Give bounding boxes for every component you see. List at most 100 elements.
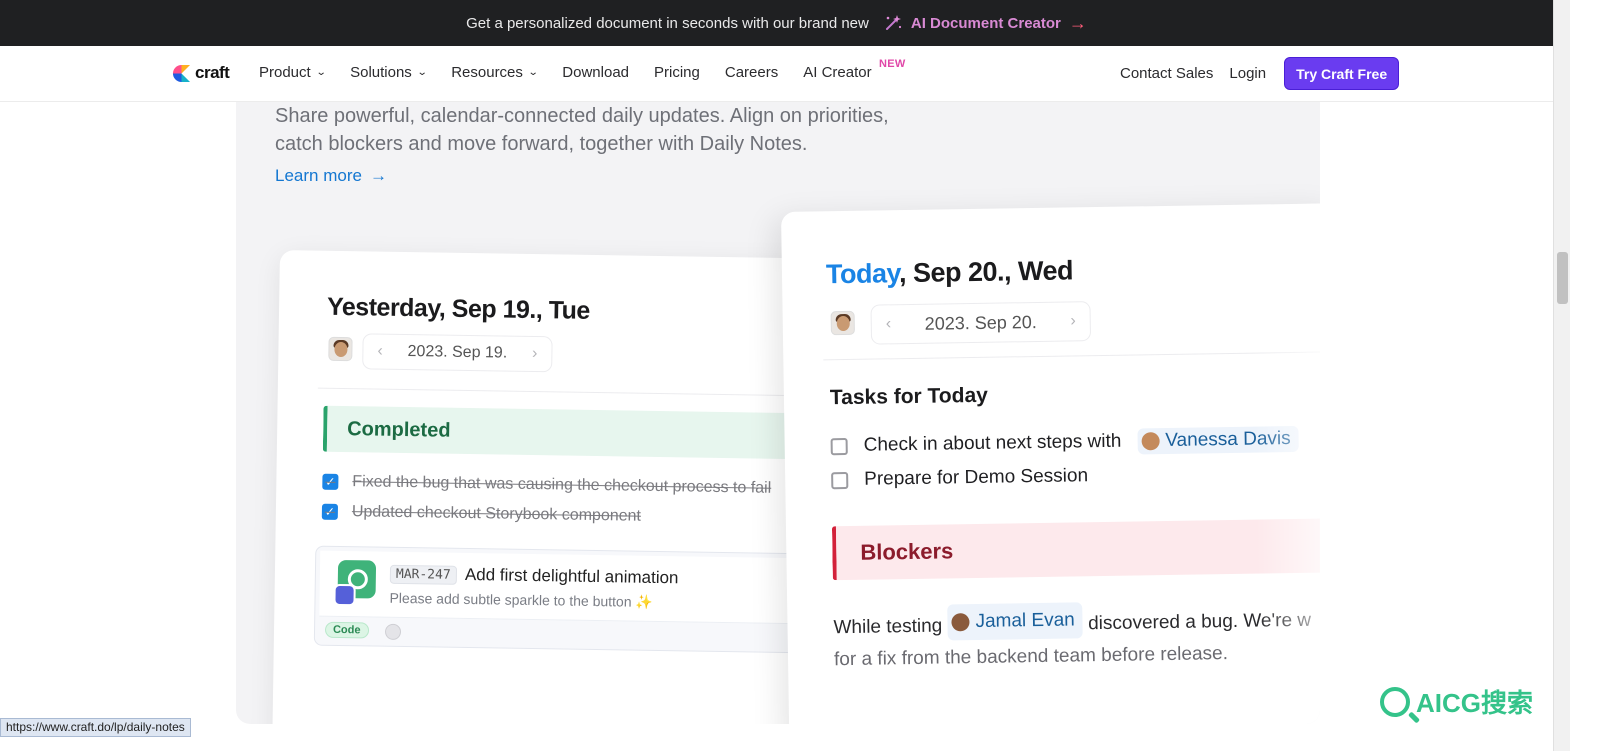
scrollbar-thumb[interactable] <box>1557 252 1568 304</box>
nav-item-download[interactable]: Download <box>562 64 629 81</box>
mention-name: Jamal Evan <box>975 609 1075 632</box>
login-link[interactable]: Login <box>1229 65 1266 82</box>
nav-item-label: Solutions <box>350 64 412 81</box>
issue-title: Add first delightful animation <box>464 564 679 588</box>
task-text: Prepare for Demo Session <box>864 465 1089 490</box>
craft-logo-icon <box>172 64 191 82</box>
nav-item-label: AI Creator <box>803 64 872 81</box>
date-picker[interactable]: ‹ 2023. Sep 20. › <box>870 301 1092 345</box>
user-avatar <box>328 336 353 362</box>
hero-description: Share powerful, calendar-connected daily… <box>275 102 975 158</box>
learn-more-label: Learn more <box>275 166 362 185</box>
new-badge: NEW <box>879 58 906 70</box>
mention-jamal-evan[interactable]: Jamal Evan <box>947 602 1084 641</box>
date-picker[interactable]: ‹ 2023. Sep 19. › <box>362 333 553 373</box>
issue-body: MAR-247 Add first delightful animation P… <box>319 550 840 625</box>
arrow-right-icon: → <box>1068 12 1087 33</box>
nav-right: Contact Sales Login Try Craft Free <box>1120 57 1400 90</box>
watermark: AICG搜索 <box>1380 683 1533 720</box>
completed-task: ✓ Updated checkout Storybook component <box>321 503 642 526</box>
craft-logo-text: craft <box>195 63 230 82</box>
nav-item-label: Pricing <box>654 64 700 81</box>
divider <box>823 351 1320 361</box>
checkbox-checked-icon[interactable]: ✓ <box>322 473 339 490</box>
try-craft-free-button[interactable]: Try Craft Free <box>1284 57 1400 90</box>
completed-heading: Completed <box>347 418 451 442</box>
chevron-right-icon[interactable]: › <box>532 345 538 363</box>
task-item: Check in about next steps with Vanessa D… <box>830 425 1299 459</box>
nav-links: Product ⌄ Solutions ⌄ Resources ⌄ Download … <box>259 58 905 81</box>
contact-sales-link[interactable]: Contact Sales <box>1120 65 1213 82</box>
blocker-text-after: discovered a bug. We're w <box>1087 609 1312 635</box>
avatar <box>951 613 970 632</box>
chevron-right-icon[interactable]: › <box>1070 312 1076 330</box>
today-note-card: Today, Sep 20., Wed ‹ 2023. Sep 20. › Ta… <box>781 203 1320 724</box>
nav-item-pricing[interactable]: Pricing <box>654 64 700 81</box>
status-bar-url: https://www.craft.do/lp/daily-notes <box>0 718 191 737</box>
chevron-down-icon: ⌄ <box>527 67 539 78</box>
chevron-left-icon[interactable]: ‹ <box>377 343 383 361</box>
hero-description-line: catch blockers and move forward, togethe… <box>275 133 808 155</box>
issue-description: Please add subtle sparkle to the button … <box>389 589 654 610</box>
yesterday-note-card: Yesterday, Sep 19., Tue ‹ 2023. Sep 19. … <box>272 250 840 724</box>
daily-notes-section: Share powerful, calendar-connected daily… <box>236 102 1320 724</box>
checkbox-checked-icon[interactable]: ✓ <box>321 503 339 520</box>
nav-item-ai-creator[interactable]: AI Creator NEW <box>803 58 905 81</box>
blocker-text: While testing Jamal Evan discovered a bu… <box>833 598 1320 676</box>
announcement-text: Get a personalized document in seconds w… <box>466 14 869 32</box>
linked-issue-card[interactable]: MAR-247 Add first delightful animation P… <box>313 545 840 654</box>
code-tag: Code <box>324 621 369 639</box>
task-text: Check in about next steps with <box>863 430 1122 456</box>
date-value: 2023. Sep 20. <box>924 311 1037 334</box>
nav-item-resources[interactable]: Resources ⌄ <box>451 64 539 81</box>
nav-item-label: Careers <box>724 64 779 81</box>
today-highlight: Today <box>825 258 900 290</box>
search-icon <box>1380 686 1410 717</box>
date-value: 2023. Sep 19. <box>407 343 508 362</box>
checkbox-unchecked-icon[interactable] <box>831 471 849 489</box>
arrow-right-icon: → <box>369 166 387 185</box>
today-title: Today, Sep 20., Wed <box>826 255 1074 290</box>
vertical-scrollbar[interactable] <box>1553 0 1570 751</box>
avatar <box>1141 432 1160 451</box>
completed-block: Completed <box>322 405 840 460</box>
nav-item-product[interactable]: Product ⌄ <box>259 64 327 81</box>
nav-item-solutions[interactable]: Solutions ⌄ <box>350 64 428 81</box>
blocker-text-line2: for a fix from the backend team before r… <box>833 643 1229 671</box>
hero-description-line: Share powerful, calendar-connected daily… <box>275 105 889 127</box>
mention-vanessa-davis[interactable]: Vanessa Davis <box>1137 425 1299 455</box>
mention-name: Vanessa Davis <box>1165 428 1291 451</box>
task-text: Updated checkout Storybook component <box>351 503 642 525</box>
nav-item-label: Resources <box>451 64 523 81</box>
issue-id: MAR-247 <box>389 564 457 585</box>
blockers-heading: Blockers <box>860 538 954 565</box>
completed-task: ✓ Fixed the bug that was causing the che… <box>322 473 771 498</box>
ai-document-creator-link[interactable]: AI Document Creator → <box>883 13 1087 34</box>
task-item: Prepare for Demo Session <box>831 465 1088 491</box>
blockers-block: Blockers <box>831 518 1320 581</box>
nav-item-careers[interactable]: Careers <box>725 64 778 81</box>
today-date-text: , Sep 20., Wed <box>898 255 1074 289</box>
announcement-bar: Get a personalized document in seconds w… <box>0 0 1553 46</box>
tasks-heading: Tasks for Today <box>829 383 989 410</box>
linear-icon <box>333 583 356 607</box>
assignee-avatar-icon <box>384 623 402 640</box>
top-navbar: craft Product ⌄ Solutions ⌄ Resources ⌄ Dow… <box>0 46 1553 102</box>
chevron-left-icon[interactable]: ‹ <box>886 315 892 333</box>
user-avatar <box>830 310 855 336</box>
craft-logo[interactable]: craft <box>172 63 230 83</box>
divider <box>317 387 838 397</box>
task-text: Fixed the bug that was causing the check… <box>352 473 772 497</box>
ai-document-creator-label: AI Document Creator <box>910 14 1061 32</box>
checkbox-unchecked-icon[interactable] <box>830 437 848 455</box>
chevron-down-icon: ⌄ <box>416 67 428 78</box>
watermark-text: AICG搜索 <box>1416 688 1534 718</box>
yesterday-title: Yesterday, Sep 19., Tue <box>326 292 591 325</box>
nav-item-label: Product <box>259 64 311 81</box>
blocker-text-before: While testing <box>833 615 943 639</box>
window-edge <box>1570 0 1597 751</box>
learn-more-link[interactable]: Learn more → <box>275 166 387 186</box>
magic-wand-sparkle-icon <box>885 15 901 30</box>
chevron-down-icon: ⌄ <box>315 67 327 78</box>
nav-item-label: Download <box>562 64 630 81</box>
